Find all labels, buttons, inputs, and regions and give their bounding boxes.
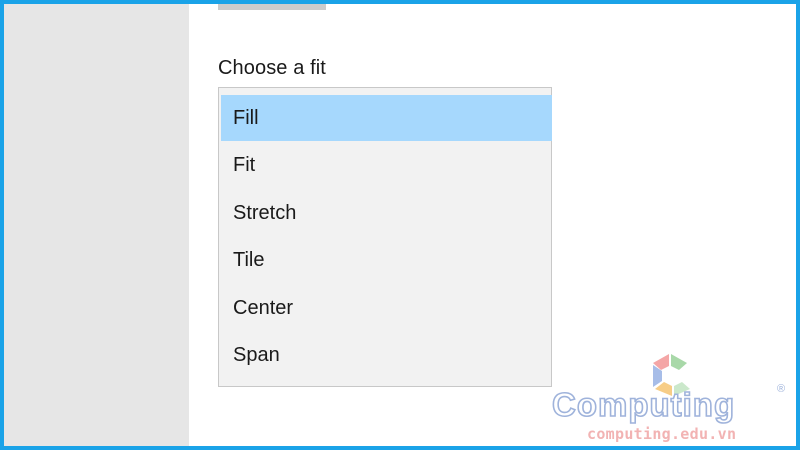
watermark-url: computing.edu.vn [587,425,737,443]
fit-option-span[interactable]: Span [221,333,552,379]
watermark-brand: Computing [551,385,736,424]
fit-option-fill[interactable]: Fill [221,95,552,141]
registered-mark: ® [777,383,786,395]
fit-option-fit[interactable]: Fit [221,143,552,189]
previous-control[interactable] [218,0,326,10]
fit-option-stretch[interactable]: Stretch [221,190,552,236]
fit-dropdown-list[interactable]: Fill Fit Stretch Tile Center Span [218,87,552,387]
choose-fit-label: Choose a fit [218,57,326,79]
left-sidebar [0,0,189,450]
fit-option-center[interactable]: Center [221,285,552,331]
fit-option-tile[interactable]: Tile [221,238,552,284]
